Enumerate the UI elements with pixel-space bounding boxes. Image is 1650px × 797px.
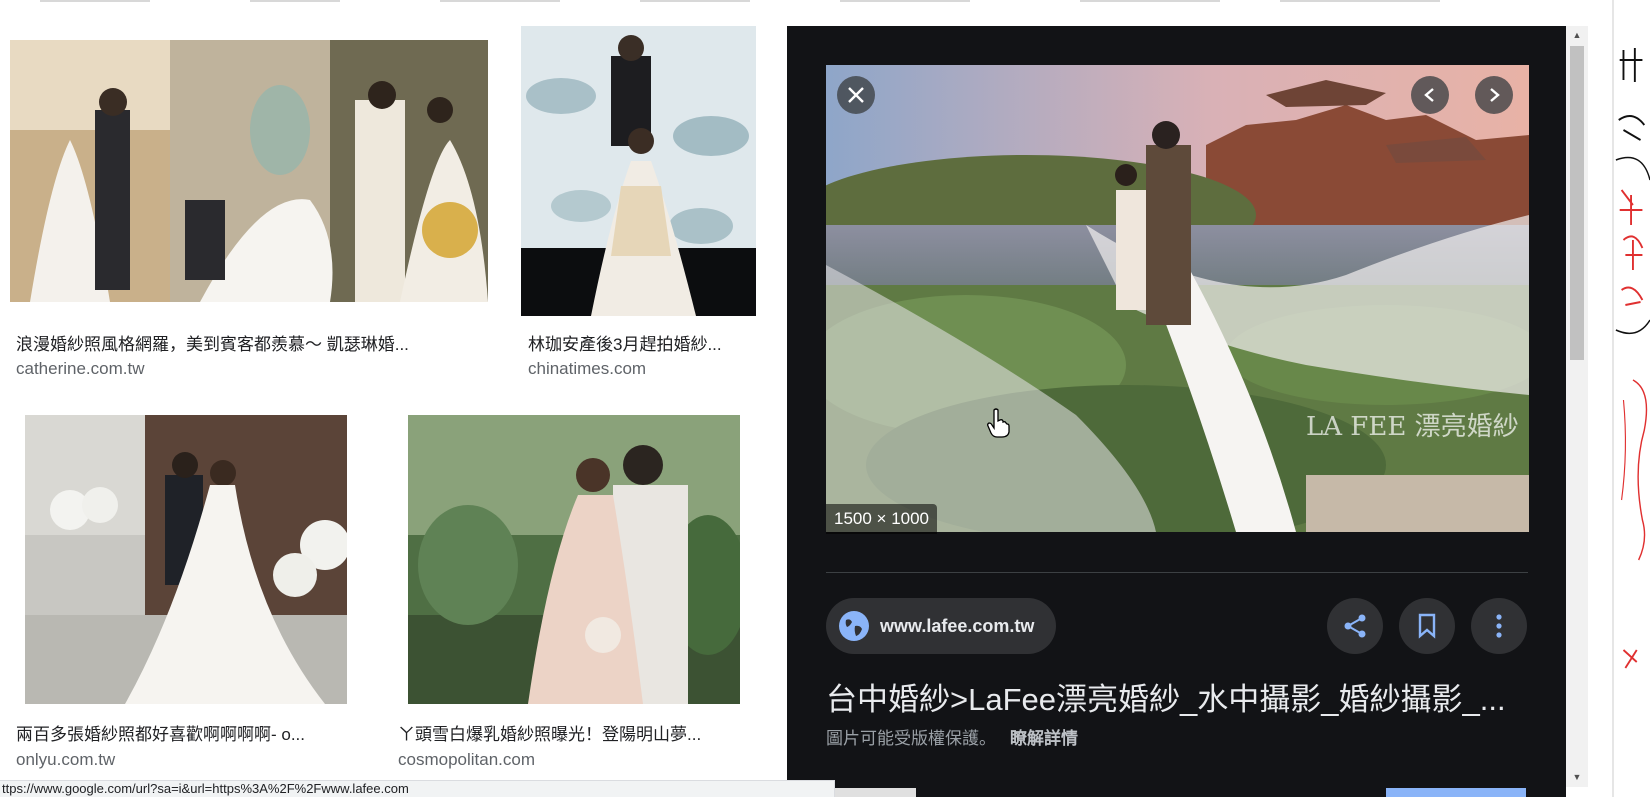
more-options-button[interactable] (1471, 598, 1527, 654)
result-image[interactable] (408, 415, 740, 704)
page-gutter (1588, 0, 1612, 797)
image-dimensions: 1500 × 1000 (826, 504, 938, 534)
copyright-text: 圖片可能受版權保護。 (826, 729, 996, 748)
copyright-notice: 圖片可能受版權保護。 瞭解詳情 (826, 724, 1078, 749)
image-preview-panel: LA FEE 漂亮婚紗 1500 × 1000 www.lafee.com.tw (787, 26, 1566, 797)
globe-icon (839, 611, 869, 641)
result-domain[interactable]: onlyu.com.tw (16, 750, 115, 770)
source-link[interactable]: www.lafee.com.tw (826, 598, 1056, 654)
side-window-sketch (1612, 0, 1650, 797)
preview-title[interactable]: 台中婚紗>LaFee漂亮婚紗_水中攝影_婚紗攝影_... (826, 674, 1528, 719)
result-domain[interactable]: chinatimes.com (528, 359, 646, 379)
preview-image[interactable]: LA FEE 漂亮婚紗 (826, 65, 1529, 532)
result-title[interactable]: 浪漫婚紗照風格網羅，美到賓客都羨慕～ 凱瑟琳婚... (16, 330, 476, 355)
learn-more-link[interactable]: 瞭解詳情 (1010, 729, 1078, 748)
share-icon (1344, 614, 1366, 638)
vertical-scrollbar[interactable]: ▲ ▼ (1566, 26, 1588, 787)
watermark-text: LA FEE 漂亮婚紗 (1306, 412, 1519, 442)
close-button[interactable] (837, 76, 875, 114)
screen: 浪漫婚紗照風格網羅，美到賓客都羨慕～ 凱瑟琳婚... catherine.com… (0, 0, 1650, 797)
next-section-peek (826, 784, 1528, 797)
scrollbar-thumb[interactable] (1570, 46, 1584, 360)
share-button[interactable] (1327, 598, 1383, 654)
next-image-button[interactable] (1475, 76, 1513, 114)
save-button[interactable] (1399, 598, 1455, 654)
divider (826, 572, 1528, 573)
chevron-right-icon (1490, 88, 1500, 102)
hand-cursor-icon (987, 408, 1010, 438)
result-card-chinatimes[interactable]: 林珈安產後3月趕拍婚紗... chinatimes.com (510, 0, 760, 380)
result-domain[interactable]: cosmopolitan.com (398, 750, 535, 770)
source-domain: www.lafee.com.tw (880, 615, 1035, 636)
result-title[interactable]: 兩百多張婚紗照都好喜歡啊啊啊啊- o... (16, 720, 356, 745)
scroll-down-arrow[interactable]: ▼ (1566, 770, 1588, 784)
result-card-cosmopolitan[interactable]: ㄚ頭雪白爆乳婚紗照曝光！登陽明山夢... cosmopolitan.com (385, 400, 765, 775)
close-icon (848, 87, 864, 103)
result-domain[interactable]: catherine.com.tw (16, 359, 145, 379)
result-image[interactable] (521, 26, 756, 316)
result-card-onlyu[interactable]: 兩百多張婚紗照都好喜歡啊啊啊啊- o... onlyu.com.tw (0, 400, 370, 775)
result-card-catherine[interactable]: 浪漫婚紗照風格網羅，美到賓客都羨慕～ 凱瑟琳婚... catherine.com… (0, 0, 500, 380)
result-image[interactable] (10, 40, 488, 302)
result-title[interactable]: 林珈安產後3月趕拍婚紗... (528, 330, 760, 355)
result-image[interactable] (25, 415, 347, 704)
bookmark-icon (1418, 613, 1436, 639)
result-title[interactable]: ㄚ頭雪白爆乳婚紗照曝光！登陽明山夢... (398, 720, 750, 745)
status-bar-url: ttps://www.google.com/url?sa=i&url=https… (0, 780, 835, 797)
chevron-left-icon (1424, 88, 1434, 102)
more-vert-icon (1496, 614, 1502, 638)
scroll-up-arrow[interactable]: ▲ (1566, 28, 1588, 42)
previous-image-button[interactable] (1411, 76, 1449, 114)
